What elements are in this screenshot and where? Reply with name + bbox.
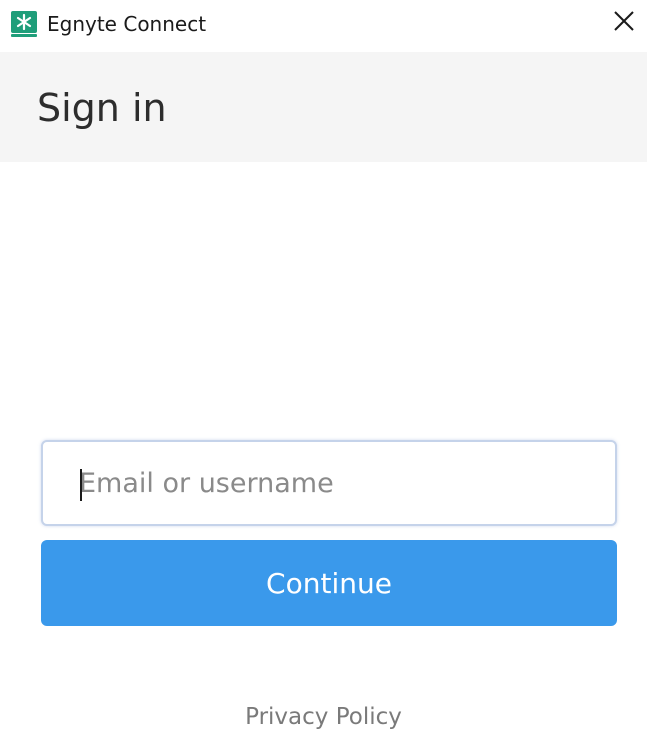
- text-caret: [80, 469, 82, 501]
- title-bar: Egnyte Connect: [0, 0, 647, 52]
- egnyte-logo-icon: [10, 10, 38, 38]
- app-window: Egnyte Connect Sign in Continue Privacy …: [0, 0, 647, 743]
- close-button[interactable]: [607, 6, 641, 40]
- page-header: Sign in: [0, 52, 647, 162]
- continue-button[interactable]: Continue: [41, 540, 617, 626]
- close-icon: [613, 10, 635, 36]
- email-field[interactable]: [43, 442, 615, 524]
- email-field-container: [41, 440, 617, 526]
- page-title: Sign in: [37, 86, 167, 130]
- window-title: Egnyte Connect: [47, 12, 207, 36]
- privacy-policy-link[interactable]: Privacy Policy: [0, 702, 647, 732]
